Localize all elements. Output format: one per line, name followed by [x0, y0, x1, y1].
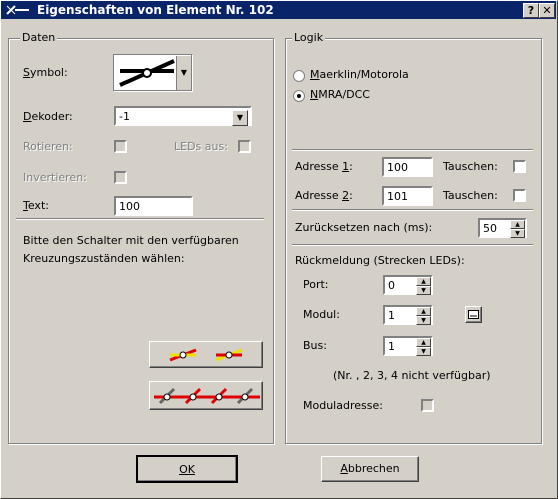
rotieren-label: Rotieren: — [23, 140, 73, 153]
availability-note: (Nr. , 2, 3, 4 nicht verfügbar) — [333, 369, 491, 382]
dekoder-label: Dekoder: — [23, 110, 73, 123]
symbol-selector[interactable]: ▼ — [113, 54, 193, 92]
modul-spin-buttons[interactable]: ▲ ▼ — [416, 307, 431, 325]
abbrechen-label: Abbrechen — [340, 462, 400, 475]
crossing-states-icon — [154, 387, 260, 405]
reset-spin-buttons[interactable]: ▲ ▼ — [510, 220, 525, 238]
crossing-state-button-1[interactable] — [149, 341, 263, 368]
maerklin-label: Maerklin/Motorola — [310, 68, 409, 81]
invertieren-label: Invertieren: — [23, 171, 87, 184]
daten-separator — [16, 218, 264, 220]
tauschen2-checkbox[interactable] — [513, 189, 526, 202]
reset-label: Zurücksetzen nach (ms): — [295, 221, 433, 234]
bus-value: 1 — [388, 340, 395, 353]
reset-value: 50 — [483, 222, 497, 235]
dekoder-value: -1 — [119, 110, 130, 123]
nmra-label: NMRA/DCC — [310, 88, 370, 101]
daten-legend: Daten — [20, 31, 58, 44]
crossing-symbol-icon — [118, 59, 176, 87]
app-icon — [5, 4, 31, 16]
crossing-state-icon — [169, 348, 243, 362]
reset-spinbox[interactable]: 50 ▲ ▼ — [478, 218, 527, 238]
symbol-label: Symbol: — [23, 66, 68, 79]
spin-down-icon[interactable]: ▼ — [416, 347, 431, 356]
help-button[interactable]: ? — [523, 3, 539, 18]
adresse1-input[interactable]: 100 — [382, 157, 433, 177]
invertieren-checkbox[interactable] — [114, 171, 127, 184]
text-label: Text: — [23, 199, 49, 212]
adresse2-label: Adresse 2: — [295, 189, 353, 202]
maerklin-radio[interactable] — [293, 70, 305, 82]
port-spinbox[interactable]: 0 ▲ ▼ — [383, 275, 433, 295]
adresse2-input[interactable]: 101 — [382, 186, 433, 206]
port-value: 0 — [388, 279, 395, 292]
spin-down-icon[interactable]: ▼ — [416, 316, 431, 325]
dekoder-select[interactable]: -1 ▼ — [114, 106, 252, 126]
nmra-radio[interactable] — [293, 90, 305, 102]
logik-legend: Logik — [292, 31, 326, 44]
radio-selected-dot — [297, 94, 301, 98]
logik-separator-2 — [292, 209, 533, 211]
port-label: Port: — [303, 278, 329, 291]
close-button[interactable]: ✕ — [539, 3, 555, 18]
tauschen2-label: Tauschen: — [443, 189, 498, 202]
module-icon — [468, 310, 479, 319]
moduladresse-checkbox[interactable] — [421, 399, 434, 412]
bus-label: Bus: — [303, 339, 327, 352]
spin-up-icon[interactable]: ▲ — [416, 338, 431, 347]
abbrechen-button[interactable]: Abbrechen — [321, 456, 419, 482]
spin-down-icon[interactable]: ▼ — [510, 229, 525, 238]
logik-separator-3 — [292, 244, 533, 246]
spin-up-icon[interactable]: ▲ — [416, 277, 431, 286]
modul-label: Modul: — [303, 308, 340, 321]
chevron-down-icon[interactable]: ▼ — [176, 56, 191, 90]
leds-aus-checkbox[interactable] — [238, 140, 251, 153]
modul-value: 1 — [388, 309, 395, 322]
adresse1-label: Adresse 1: — [295, 160, 353, 173]
rotieren-checkbox[interactable] — [114, 140, 127, 153]
bus-spin-buttons[interactable]: ▲ ▼ — [416, 338, 431, 356]
spin-up-icon[interactable]: ▲ — [416, 307, 431, 316]
bus-spinbox[interactable]: 1 ▲ ▼ — [383, 336, 433, 356]
tauschen1-checkbox[interactable] — [513, 160, 526, 173]
ok-label: OK — [179, 463, 195, 476]
modul-browse-button[interactable] — [465, 306, 482, 323]
modul-spinbox[interactable]: 1 ▲ ▼ — [383, 305, 433, 325]
crossing-state-button-2[interactable] — [149, 381, 263, 410]
title-bar[interactable]: Eigenschaften von Element Nr. 102 ? ✕ — [1, 1, 556, 19]
crossing-hint: Bitte den Schalter mit den verfügbaren K… — [23, 234, 239, 265]
port-spin-buttons[interactable]: ▲ ▼ — [416, 277, 431, 295]
text-input[interactable]: 100 — [114, 196, 193, 216]
spin-up-icon[interactable]: ▲ — [510, 220, 525, 229]
chevron-down-icon[interactable]: ▼ — [232, 110, 248, 126]
leds-aus-label: LEDs aus: — [174, 140, 228, 153]
tauschen1-label: Tauschen: — [443, 160, 498, 173]
logik-separator-1 — [292, 149, 533, 151]
window-title: Eigenschaften von Element Nr. 102 — [37, 3, 274, 17]
spin-down-icon[interactable]: ▼ — [416, 286, 431, 295]
moduladresse-label: Moduladresse: — [303, 399, 383, 412]
ok-button[interactable]: OK — [136, 455, 238, 483]
rueckmeldung-label: Rückmeldung (Strecken LEDs): — [295, 254, 465, 267]
